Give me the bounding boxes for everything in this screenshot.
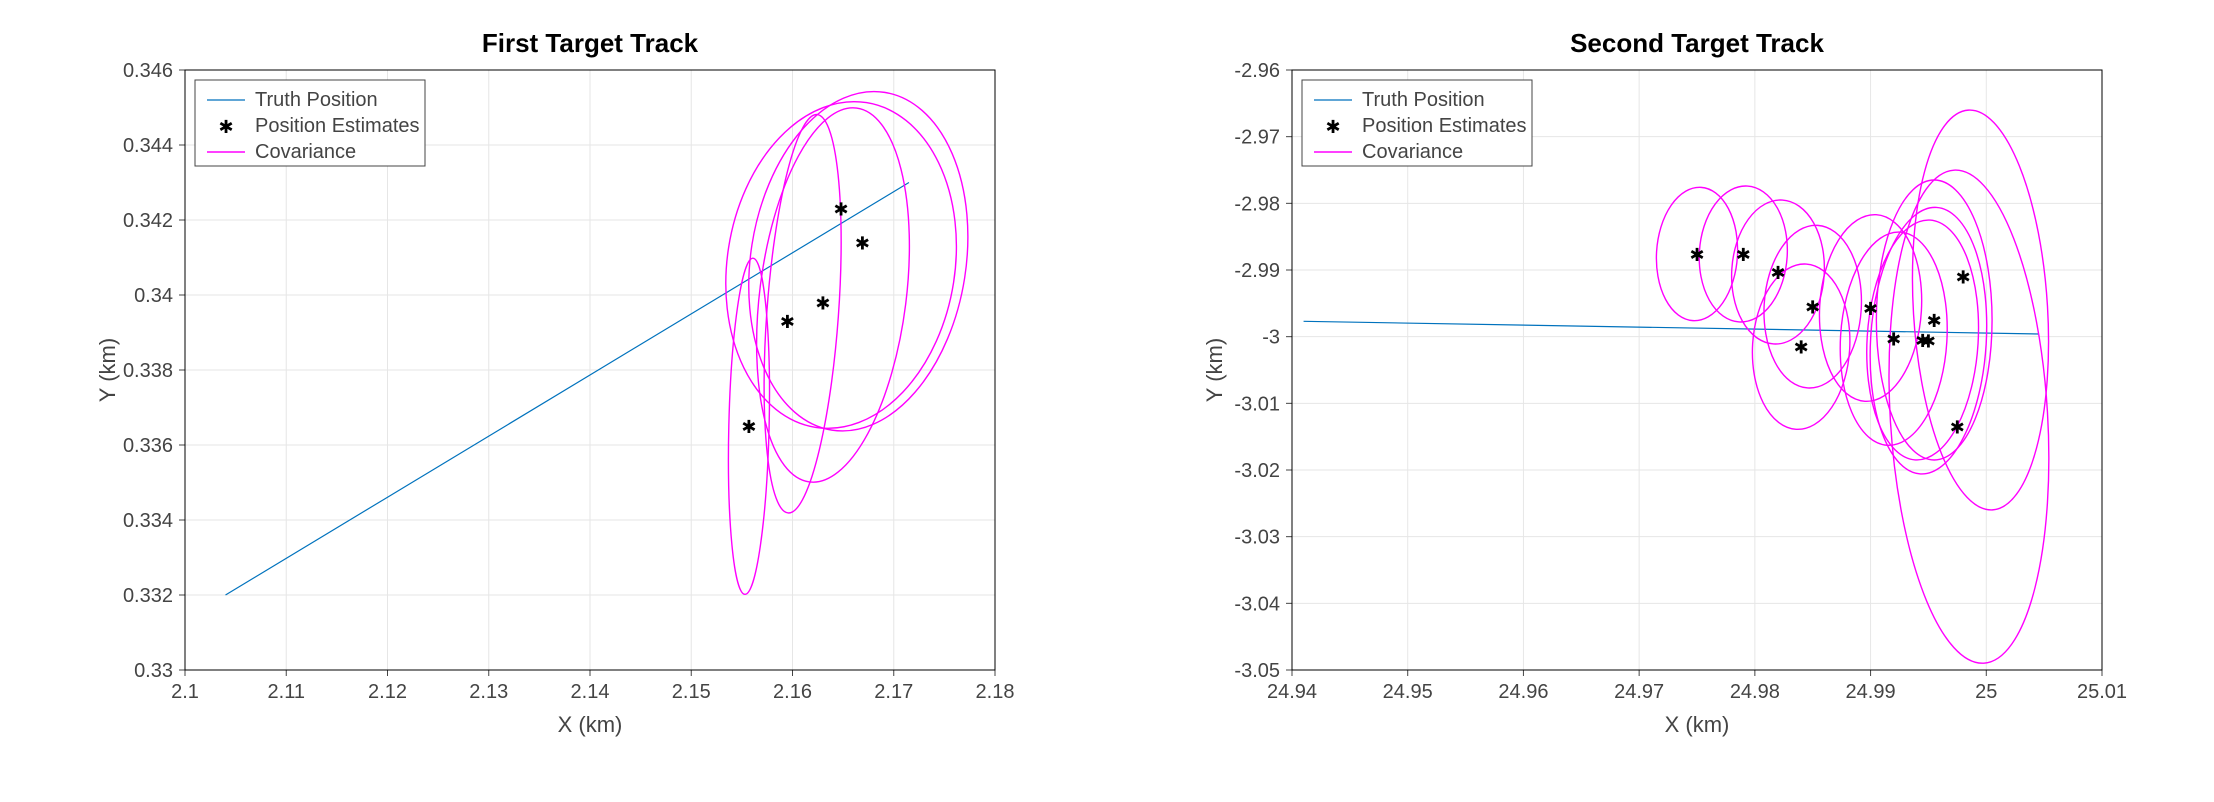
x-tick-label: 2.11: [268, 681, 305, 703]
legend-item: Truth Position: [255, 89, 378, 111]
y-tick-label: -3.03: [1234, 527, 1280, 549]
position-estimate-marker: ✱: [1805, 297, 1820, 317]
chart-first-target: First Target Track 2.1 2.11 2.12 2.13 2.14 2.1…: [0, 0, 1107, 802]
legend-item: Position Estimates: [1362, 115, 1527, 137]
x-tick-label: 25: [1975, 681, 1997, 703]
x-tick-label: 25.01: [2077, 681, 2127, 703]
y-axis-label: Y (km): [95, 338, 120, 402]
position-estimate-marker: ✱: [1886, 329, 1901, 349]
x-tick-label: 24.94: [1267, 681, 1317, 703]
y-tick-label: 0.334: [123, 510, 173, 532]
x-tick-label: 24.97: [1614, 681, 1664, 703]
chart-second-target: Second Target Track 24.94 24.95 24.96 24.97 2…: [1107, 0, 2214, 802]
y-tick-label: -3.02: [1234, 460, 1280, 482]
legend: Truth Position ✱ Position Estimates Covaria…: [1302, 80, 1532, 166]
y-tick-label: -2.96: [1234, 60, 1280, 82]
x-tick-label: 2.17: [874, 681, 913, 703]
chart-title: Second Target Track: [1570, 28, 1824, 58]
position-estimate-marker: ✱: [1736, 245, 1751, 265]
y-tick-label: 0.336: [123, 435, 173, 457]
y-axis-label: Y (km): [1202, 338, 1227, 402]
y-tick-label: 0.33: [134, 660, 173, 682]
x-tick-label: 24.95: [1383, 681, 1433, 703]
position-estimate-marker: ✱: [780, 312, 795, 332]
x-tick-label: 2.18: [976, 681, 1015, 703]
y-tick-label: 0.34: [134, 285, 173, 307]
position-estimate-marker: ✱: [1956, 267, 1971, 287]
svg-text:✱: ✱: [218, 117, 233, 137]
position-estimate-marker: ✱: [741, 417, 756, 437]
y-tick-label: -3.04: [1234, 593, 1280, 615]
legend: Truth Position ✱ Position Estimates Covaria…: [195, 80, 425, 166]
y-tick-label: -3: [1262, 327, 1280, 349]
y-tick-label: -2.98: [1234, 193, 1280, 215]
x-tick-label: 24.96: [1498, 681, 1548, 703]
legend-item: Covariance: [255, 141, 356, 163]
position-estimate-marker: ✱: [834, 200, 849, 220]
x-tick-label: 2.1: [171, 681, 199, 703]
legend-item: Truth Position: [1362, 89, 1485, 111]
position-estimate-marker: ✱: [1770, 263, 1785, 283]
x-tick-label: 24.98: [1730, 681, 1780, 703]
y-tick-label: -3.05: [1234, 660, 1280, 682]
position-estimate-marker: ✱: [855, 233, 870, 253]
svg-text:✱: ✱: [1325, 117, 1340, 137]
y-tick-label: 0.344: [123, 135, 173, 157]
position-estimate-marker: ✱: [1921, 331, 1936, 351]
x-axis-label: X (km): [558, 712, 623, 737]
position-estimate-marker: ✱: [1689, 245, 1704, 265]
x-tick-label: 2.12: [368, 681, 407, 703]
y-tick-label: 0.338: [123, 360, 173, 382]
x-tick-label: 2.16: [773, 681, 812, 703]
position-estimate-marker: ✱: [1863, 299, 1878, 319]
y-tick-label: 0.342: [123, 210, 173, 232]
chart-title: First Target Track: [482, 28, 699, 58]
y-tick-label: 0.332: [123, 585, 173, 607]
y-tick-label: -3.01: [1234, 393, 1280, 415]
position-estimate-marker: ✱: [1927, 311, 1942, 331]
y-tick-label: 0.346: [123, 60, 173, 82]
y-tick-label: -2.99: [1234, 260, 1280, 282]
position-estimate-marker: ✱: [1794, 337, 1809, 357]
position-estimate-marker: ✱: [1950, 417, 1965, 437]
y-tick-label: -2.97: [1234, 127, 1280, 149]
x-tick-label: 2.15: [672, 681, 711, 703]
legend-item: Covariance: [1362, 141, 1463, 163]
x-axis-label: X (km): [1665, 712, 1730, 737]
x-tick-label: 24.99: [1846, 681, 1896, 703]
position-estimate-marker: ✱: [815, 293, 830, 313]
x-tick-label: 2.13: [469, 681, 508, 703]
legend-item: Position Estimates: [255, 115, 420, 137]
x-tick-label: 2.14: [571, 681, 610, 703]
